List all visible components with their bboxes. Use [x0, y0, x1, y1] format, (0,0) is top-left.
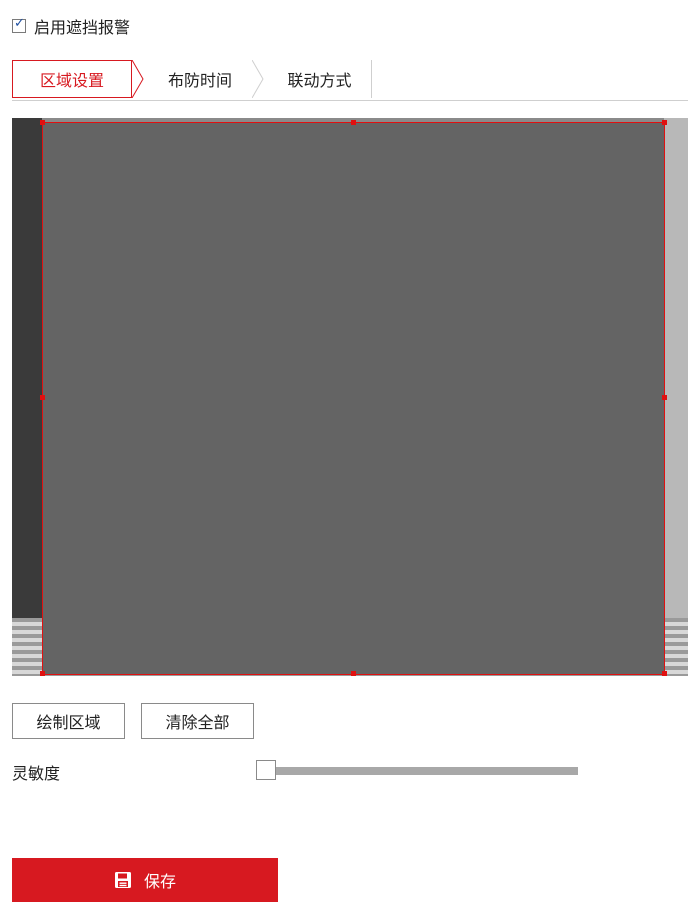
save-icon — [114, 872, 131, 888]
clear-all-label: 清除全部 — [165, 713, 230, 732]
tab-zone-settings-label: 区域设置 — [39, 71, 104, 90]
mask-handle-bottom-left[interactable] — [40, 671, 45, 676]
tab-separator-icon — [252, 60, 264, 98]
video-scene-left — [12, 118, 42, 618]
tab-linkage-method-label: 联动方式 — [287, 71, 352, 90]
sensitivity-slider-track[interactable] — [270, 767, 578, 775]
mask-handle-middle-right[interactable] — [662, 395, 667, 400]
draw-area-button[interactable]: 绘制区域 — [12, 703, 125, 739]
mask-handle-bottom-right[interactable] — [662, 671, 667, 676]
mask-handle-top-middle[interactable] — [351, 120, 356, 125]
video-scene-right — [664, 118, 688, 676]
tab-zone-settings[interactable]: 区域设置 — [12, 60, 132, 98]
video-preview[interactable] — [12, 118, 688, 676]
mask-handle-bottom-middle[interactable] — [351, 671, 356, 676]
page: 启用遮挡报警 区域设置 布防时间 联动方式 — [0, 0, 688, 902]
step-tabs: 区域设置 布防时间 联动方式 — [12, 60, 688, 101]
enable-checkbox[interactable] — [12, 16, 26, 33]
tab-arming-schedule[interactable]: 布防时间 — [144, 60, 256, 98]
enable-label: 启用遮挡报警 — [34, 18, 131, 37]
mask-handle-middle-left[interactable] — [40, 395, 45, 400]
sensitivity-slider-thumb[interactable] — [256, 760, 276, 780]
draw-area-label: 绘制区域 — [36, 713, 101, 732]
clear-all-button[interactable]: 清除全部 — [141, 703, 254, 739]
mask-handle-top-left[interactable] — [40, 120, 45, 125]
tab-arming-schedule-label: 布防时间 — [167, 71, 232, 90]
sensitivity-label: 灵敏度 — [12, 764, 61, 783]
tamper-mask-area[interactable] — [42, 122, 665, 675]
mask-handle-top-right[interactable] — [662, 120, 667, 125]
tab-separator-icon — [132, 60, 144, 98]
tab-linkage-method[interactable]: 联动方式 — [268, 60, 372, 98]
save-button[interactable]: 保存 — [12, 858, 278, 902]
save-label: 保存 — [143, 872, 176, 891]
enable-tamper-alarm-row[interactable]: 启用遮挡报警 — [12, 14, 130, 38]
